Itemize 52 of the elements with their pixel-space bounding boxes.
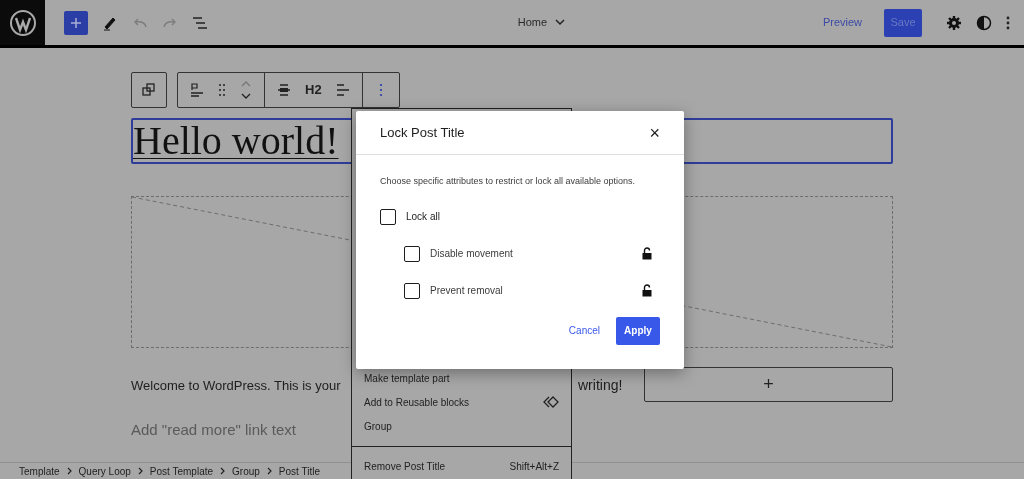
chevron-right-icon [220, 467, 226, 475]
chevron-right-icon [66, 467, 72, 475]
parent-block-button[interactable] [131, 72, 167, 108]
dialog-title: Lock Post Title [380, 123, 465, 142]
add-block-button[interactable] [64, 10, 88, 35]
add-block-appender[interactable]: + [644, 367, 893, 402]
paragraph-block-icon[interactable] [190, 82, 204, 98]
menu-item-label: Remove Post Title [364, 459, 446, 474]
chevron-down-icon [555, 19, 566, 26]
apply-button[interactable]: Apply [616, 316, 660, 345]
more-options-icon[interactable] [1006, 14, 1010, 31]
menu-item-label: Make template part [364, 371, 450, 386]
checkbox[interactable] [380, 208, 396, 225]
chevron-right-icon [266, 467, 272, 475]
breadcrumb-link[interactable]: Post Title [278, 463, 320, 479]
text-align-icon[interactable] [335, 83, 350, 97]
menu-item[interactable]: Group [352, 414, 571, 438]
checkbox[interactable] [404, 245, 420, 262]
dialog-description: Choose specific attributes to restrict or lock all available options. [380, 175, 637, 188]
menu-item[interactable]: Add to Reusable blocks [352, 390, 571, 414]
contrast-icon[interactable] [976, 14, 992, 31]
reusable-block-icon [543, 396, 559, 408]
chevron-right-icon [137, 467, 143, 475]
breadcrumb-link[interactable]: Template [19, 463, 60, 479]
menu-item[interactable]: Make template part [352, 366, 571, 390]
cancel-button[interactable]: Cancel [564, 323, 604, 338]
breadcrumb-link[interactable]: Group [232, 463, 260, 479]
breadcrumb-link[interactable]: Post Template [149, 463, 214, 479]
options-icon[interactable] [378, 83, 383, 97]
heading-level-button[interactable]: H2 [305, 80, 322, 100]
menu-item-label: Add to Reusable blocks [364, 395, 470, 410]
document-title[interactable]: Home [517, 14, 566, 31]
excerpt-text: Welcome to WordPress. This is your [131, 377, 341, 393]
drag-handle-icon[interactable] [218, 83, 226, 97]
checkbox-label[interactable]: Disable movement [430, 246, 632, 261]
excerpt-text: writing! [578, 376, 623, 393]
checkbox[interactable] [404, 282, 420, 299]
list-view-icon[interactable] [192, 15, 208, 30]
menu-item-label: Group [364, 419, 392, 434]
settings-icon[interactable] [946, 14, 962, 31]
checkbox-label[interactable]: Lock all [406, 209, 440, 224]
close-button[interactable]: × [649, 123, 660, 142]
parent-block-icon [142, 83, 156, 97]
align-icon[interactable] [277, 83, 291, 97]
post-title: Hello world! [133, 119, 339, 163]
breadcrumb-link[interactable]: Query Loop [78, 463, 131, 479]
keyboard-shortcut: Shift+Alt+Z [509, 459, 559, 474]
checkbox-label[interactable]: Prevent removal [430, 283, 632, 298]
wordpress-logo[interactable] [0, 0, 45, 45]
plus-icon [70, 16, 82, 29]
menu-item[interactable]: Remove Post Title Shift+Alt+Z [352, 454, 571, 478]
move-up-down-icon[interactable] [240, 79, 252, 101]
